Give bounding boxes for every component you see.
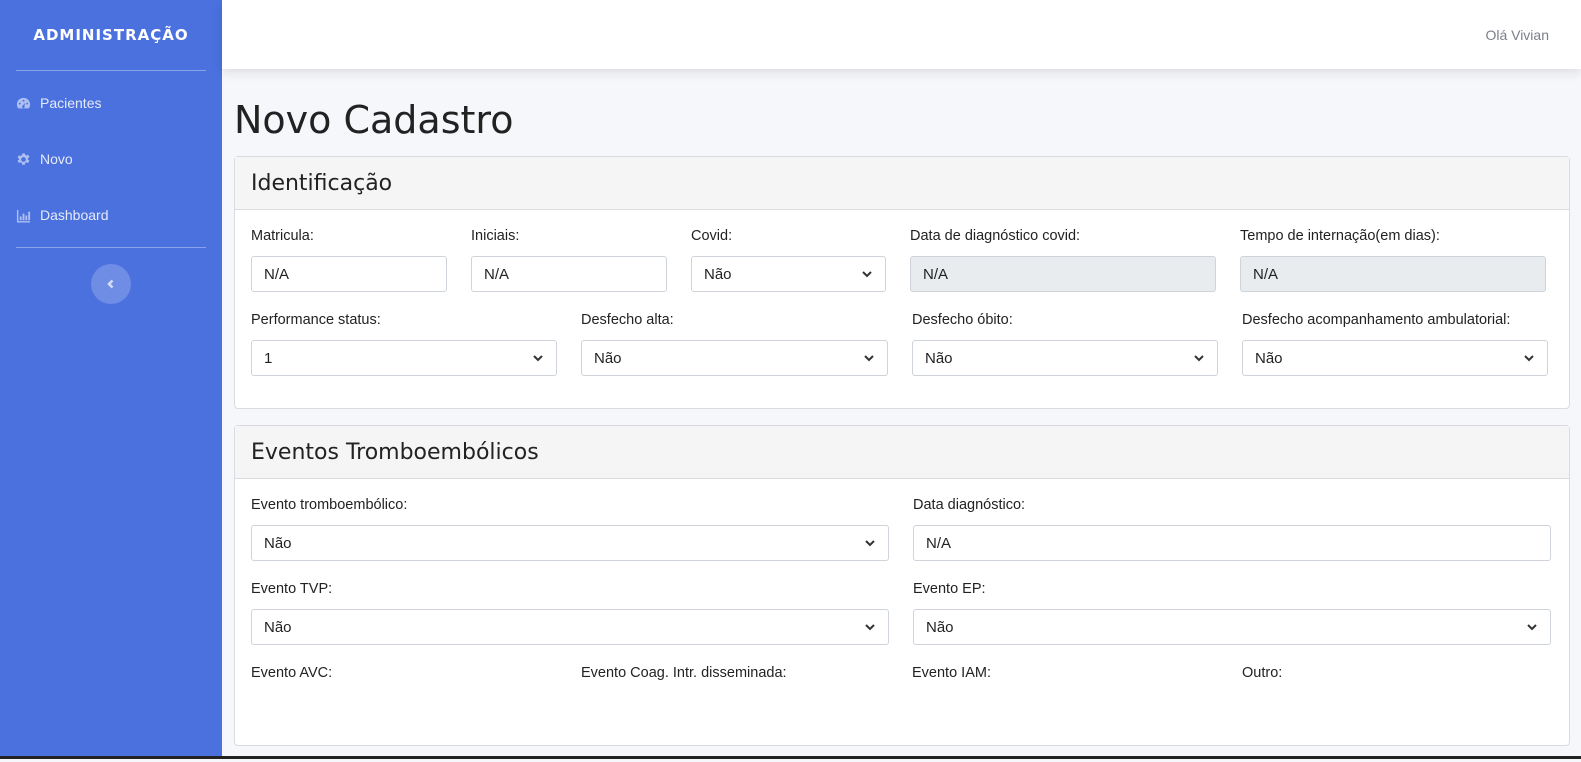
avc-label: Evento AVC: xyxy=(251,665,333,681)
data-covid-label: Data de diagnóstico covid: xyxy=(910,228,1081,244)
desfecho-alta-select[interactable]: Não xyxy=(581,340,888,376)
ep-select[interactable]: Não xyxy=(913,609,1551,645)
sidebar-item-novo[interactable]: Novo xyxy=(0,131,222,187)
gear-icon xyxy=(17,152,30,165)
card-header: Identificação xyxy=(235,157,1569,210)
performance-select[interactable]: 1 xyxy=(251,340,557,376)
sidebar-item-label: Pacientes xyxy=(40,95,102,111)
sidebar-divider xyxy=(16,247,206,248)
desfecho-ambulatorial-label: Desfecho acompanhamento ambulatorial: xyxy=(1242,312,1511,328)
data-diagnostico-label: Data diagnóstico: xyxy=(913,497,1026,513)
covid-label: Covid: xyxy=(691,228,733,244)
desfecho-obito-label: Desfecho óbito: xyxy=(912,312,1013,328)
chevron-down-icon xyxy=(1527,624,1537,631)
chevron-down-icon xyxy=(864,355,874,362)
eventos-card: Eventos Tromboembólicos Evento tromboemb… xyxy=(234,425,1570,746)
performance-label: Performance status: xyxy=(251,312,381,328)
chevron-down-icon xyxy=(1524,355,1534,362)
tempo-internacao-label: Tempo de internação(em dias): xyxy=(1240,228,1440,244)
topbar: Olá Vivian xyxy=(222,0,1581,69)
data-covid-input: N/A xyxy=(910,256,1216,292)
coag-label: Evento Coag. Intr. disseminada: xyxy=(581,665,787,681)
page-title: Novo Cadastro xyxy=(234,98,514,142)
iniciais-input[interactable]: N/A xyxy=(471,256,667,292)
desfecho-obito-select[interactable]: Não xyxy=(912,340,1218,376)
chart-icon xyxy=(16,209,31,223)
tvp-label: Evento TVP: xyxy=(251,581,333,597)
sidebar-item-label: Novo xyxy=(40,151,73,167)
iniciais-label: Iniciais: xyxy=(471,228,520,244)
tempo-internacao-input: N/A xyxy=(1240,256,1546,292)
brand-title[interactable]: ADMINISTRAÇÃO xyxy=(0,0,222,70)
main-content: Novo Cadastro Identificação Matricula: N… xyxy=(234,70,1570,762)
matricula-label: Matricula: xyxy=(251,228,314,244)
tvp-select[interactable]: Não xyxy=(251,609,889,645)
chevron-down-icon xyxy=(1194,355,1204,362)
tromboembolico-label: Evento tromboembólico: xyxy=(251,497,408,513)
data-diagnostico-input[interactable]: N/A xyxy=(913,525,1551,561)
outro-label: Outro: xyxy=(1242,665,1283,681)
tromboembolico-select[interactable]: Não xyxy=(251,525,889,561)
sidebar-toggle-button[interactable] xyxy=(91,264,131,304)
sidebar-item-pacientes[interactable]: Pacientes xyxy=(0,75,222,131)
chevron-down-icon xyxy=(865,624,875,631)
matricula-input[interactable]: N/A xyxy=(251,256,447,292)
chevron-down-icon xyxy=(862,271,872,278)
identificacao-card: Identificação Matricula: N/A Iniciais: N… xyxy=(234,156,1570,409)
user-greeting[interactable]: Olá Vivian xyxy=(1485,27,1549,43)
desfecho-alta-label: Desfecho alta: xyxy=(581,312,674,328)
chevron-down-icon xyxy=(865,540,875,547)
sidebar: ADMINISTRAÇÃO Pacientes Novo Dashboard xyxy=(0,0,222,759)
chevron-down-icon xyxy=(533,355,543,362)
covid-select[interactable]: Não xyxy=(691,256,886,292)
sidebar-nav: Pacientes Novo Dashboard xyxy=(0,71,222,247)
desfecho-ambulatorial-select[interactable]: Não xyxy=(1242,340,1548,376)
sidebar-item-label: Dashboard xyxy=(40,207,109,223)
card-header: Eventos Tromboembólicos xyxy=(235,426,1569,479)
ep-label: Evento EP: xyxy=(913,581,986,597)
iam-label: Evento IAM: xyxy=(912,665,991,681)
sidebar-item-dashboard[interactable]: Dashboard xyxy=(0,187,222,243)
dashboard-gauge-icon xyxy=(16,97,31,108)
chevron-left-icon xyxy=(107,279,114,289)
